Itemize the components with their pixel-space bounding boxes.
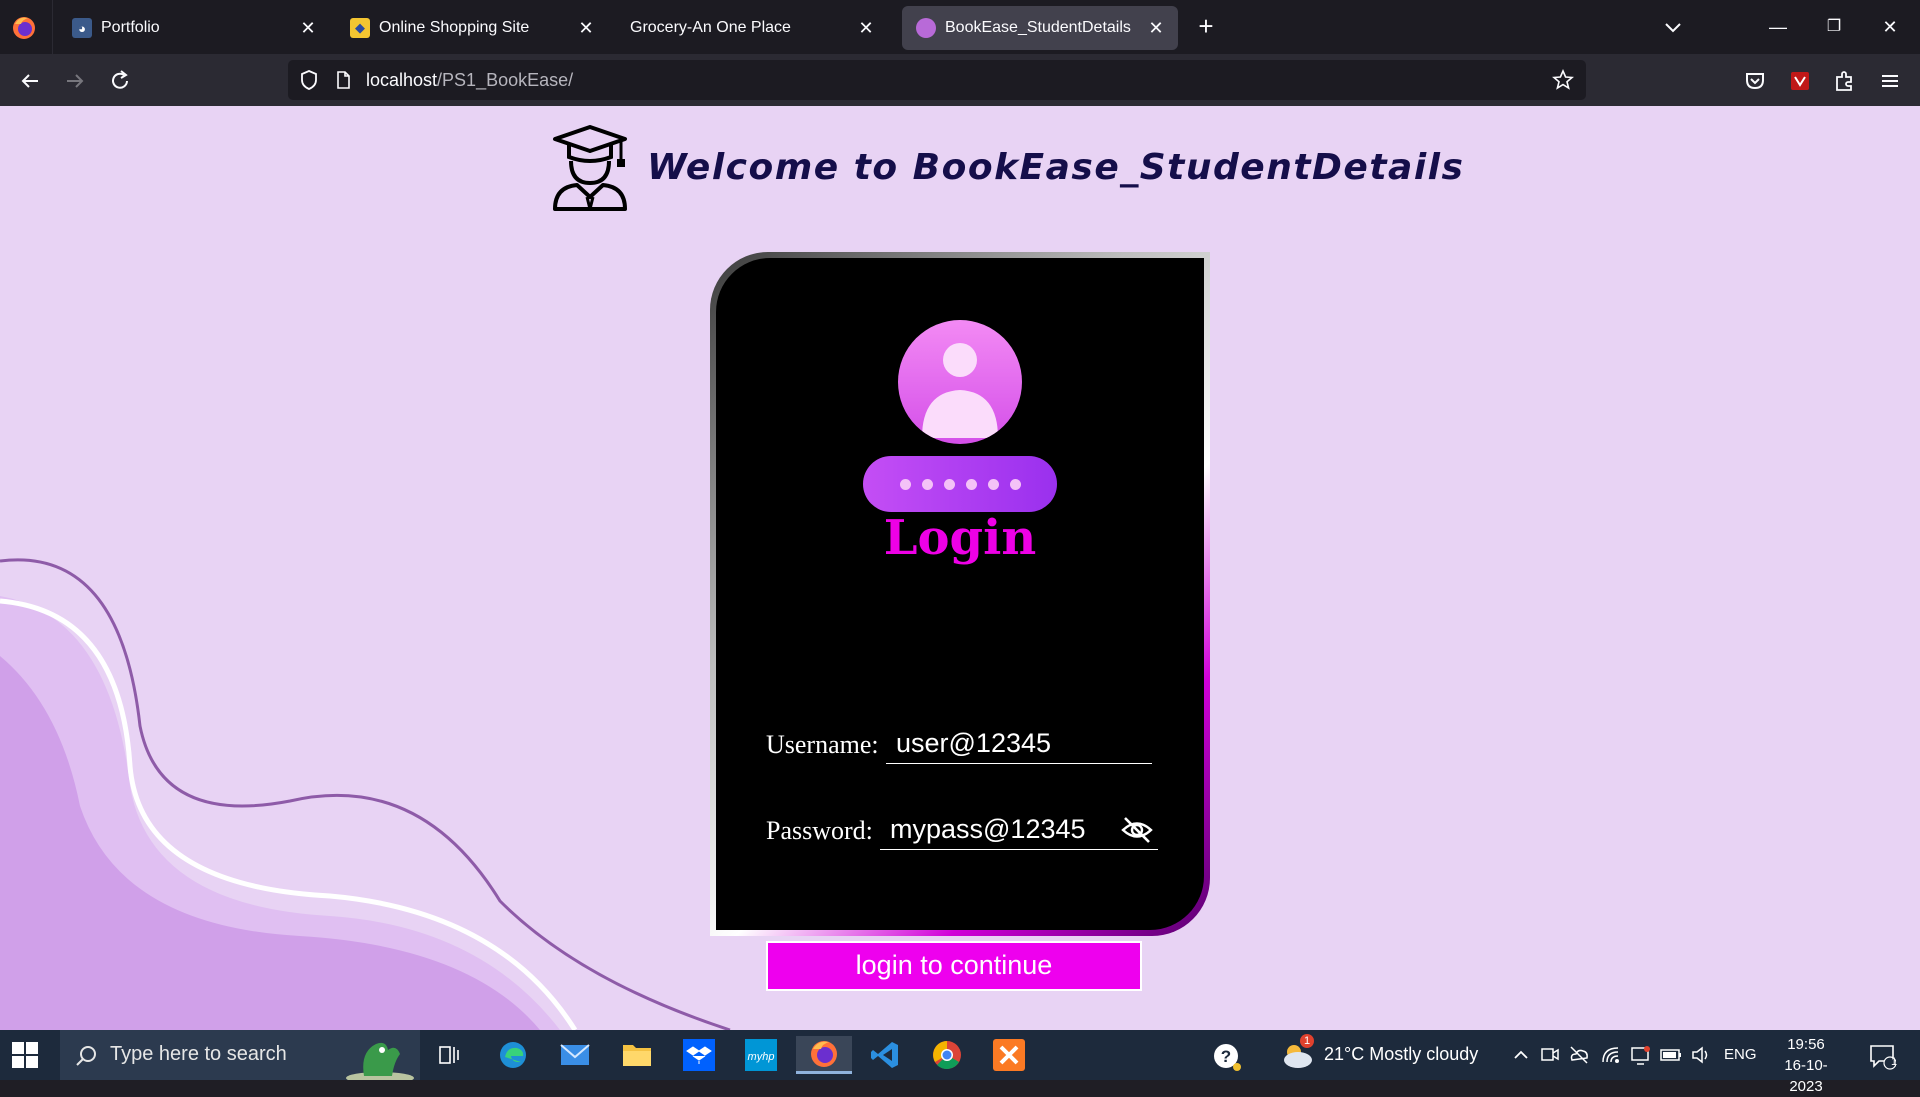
tab-separator (52, 0, 53, 54)
weather-text[interactable]: 21°C Mostly cloudy (1324, 1044, 1478, 1065)
login-heading: Login (883, 510, 1037, 566)
forward-arrow-icon[interactable] (61, 67, 89, 95)
list-all-tabs-chevron-icon[interactable] (1660, 14, 1686, 40)
mask-dot (987, 478, 999, 490)
password-input[interactable] (880, 810, 1158, 850)
browser-tab-strip: ◕ Portfolio ✕ ◆ Online Shopping Site ✕ G… (0, 0, 1920, 54)
browser-nav-bar: localhost/PS1_BookEase/ (0, 54, 1920, 106)
mask-dot (899, 478, 911, 490)
hamburger-menu-icon[interactable] (1876, 67, 1904, 95)
page-info-icon[interactable] (332, 69, 354, 91)
tab-title: Portfolio (101, 19, 160, 36)
firefox-menu-icon[interactable] (10, 14, 38, 42)
graduate-student-icon (553, 125, 627, 211)
search-highlight-dragon-icon (346, 1042, 414, 1080)
login-card: Login Username: Password: login to conti… (716, 258, 1204, 991)
chrome-icon[interactable] (928, 1036, 966, 1074)
mcafee-extension-icon[interactable] (1786, 67, 1814, 95)
mask-dot (1009, 478, 1021, 490)
close-tab-icon[interactable]: ✕ (576, 18, 596, 38)
close-tab-icon[interactable]: ✕ (856, 18, 876, 38)
tracking-shield-icon[interactable] (298, 69, 320, 91)
dropbox-icon[interactable] (680, 1036, 718, 1074)
help-tips-icon[interactable]: ? (1212, 1042, 1242, 1072)
firefox-taskbar-icon[interactable] (796, 1036, 852, 1074)
tab-portfolio[interactable]: ◕ Portfolio ✕ (58, 6, 330, 50)
mask-dot (921, 478, 933, 490)
tab-title: Online Shopping Site (379, 19, 530, 36)
tab-online-shopping[interactable]: ◆ Online Shopping Site ✕ (336, 6, 608, 50)
xampp-icon[interactable] (990, 1036, 1028, 1074)
mask-dot (965, 478, 977, 490)
url-text[interactable]: localhost/PS1_BookEase/ (366, 70, 573, 91)
page-title: Welcome to BookEase_StudentDetails (647, 146, 1465, 188)
page-header: Welcome to BookEase_StudentDetails (549, 122, 1464, 212)
masked-password-graphic (863, 456, 1057, 512)
clock-date: 16-10-2023 (1784, 1057, 1828, 1095)
show-hidden-icons-chevron-icon[interactable] (1512, 1046, 1530, 1064)
reload-icon[interactable] (106, 67, 134, 95)
login-submit-button[interactable]: login to continue (766, 941, 1142, 991)
mail-icon[interactable] (556, 1036, 594, 1074)
file-explorer-icon[interactable] (618, 1036, 656, 1074)
back-arrow-icon[interactable] (16, 67, 44, 95)
tab-title: Grocery-An One Place (630, 19, 791, 36)
page-viewport: Welcome to BookEase_StudentDetails Login… (0, 106, 1920, 1030)
onedrive-cloud-icon[interactable] (1568, 1044, 1590, 1066)
meet-now-camera-icon[interactable] (1540, 1044, 1560, 1066)
close-tab-icon[interactable]: ✕ (298, 18, 318, 38)
taskbar-clock[interactable]: 19:56 16-10-2023 (1768, 1034, 1844, 1097)
task-view-icon[interactable] (430, 1036, 468, 1074)
clock-time: 19:56 (1787, 1036, 1825, 1053)
vscode-icon[interactable] (866, 1036, 904, 1074)
shopping-favicon-icon: ◆ (350, 18, 370, 38)
pocket-icon[interactable] (1741, 67, 1769, 95)
search-placeholder: Type here to search (110, 1043, 287, 1065)
taskbar-search-box[interactable]: Type here to search (60, 1030, 420, 1080)
myhp-icon[interactable]: myhp (742, 1036, 780, 1074)
windows-taskbar: Type here to search myhp ? 1 21°C Mostly… (0, 1030, 1920, 1095)
url-host: localhost (366, 70, 438, 90)
close-tab-icon[interactable]: ✕ (1146, 18, 1166, 38)
volume-speaker-icon[interactable] (1690, 1044, 1712, 1066)
device-sync-icon[interactable] (1630, 1044, 1652, 1066)
user-avatar-icon (898, 320, 1022, 444)
password-label: Password: (766, 816, 873, 845)
battery-icon[interactable] (1660, 1046, 1682, 1064)
input-language[interactable]: ENG (1724, 1046, 1757, 1063)
url-path: /PS1_BookEase/ (437, 70, 574, 90)
bookmark-star-icon[interactable] (1552, 69, 1574, 91)
portfolio-favicon-icon: ◕ (72, 18, 92, 38)
restore-window-icon[interactable]: ❐ (1816, 10, 1852, 44)
bookease-favicon-icon (916, 18, 936, 38)
tab-bookease[interactable]: BookEase_StudentDetails ✕ (902, 6, 1178, 50)
tab-grocery[interactable]: Grocery-An One Place ✕ (616, 6, 888, 50)
address-bar[interactable]: localhost/PS1_BookEase/ (288, 60, 1586, 100)
hide-password-eye-icon[interactable] (1120, 815, 1154, 845)
edge-browser-icon[interactable] (494, 1036, 532, 1074)
username-input[interactable] (886, 724, 1152, 764)
windows-start-icon[interactable] (10, 1040, 40, 1070)
search-icon (76, 1046, 96, 1066)
extensions-puzzle-icon[interactable] (1831, 67, 1859, 95)
username-label: Username: (766, 730, 879, 759)
svg-text:?: ? (1221, 1047, 1231, 1066)
tab-title: BookEase_StudentDetails (945, 19, 1131, 36)
svg-text:myhp: myhp (748, 1051, 775, 1063)
weather-alert-badge: 1 (1300, 1034, 1314, 1048)
new-tab-plus-icon[interactable]: + (1193, 13, 1219, 40)
notification-count: 1 (1890, 1056, 1898, 1068)
mask-dot (943, 478, 955, 490)
decorative-wave-background (0, 558, 731, 1030)
minimize-window-icon[interactable]: — (1760, 10, 1796, 44)
close-window-icon[interactable]: ✕ (1872, 10, 1908, 44)
network-wifi-icon[interactable] (1600, 1044, 1622, 1066)
